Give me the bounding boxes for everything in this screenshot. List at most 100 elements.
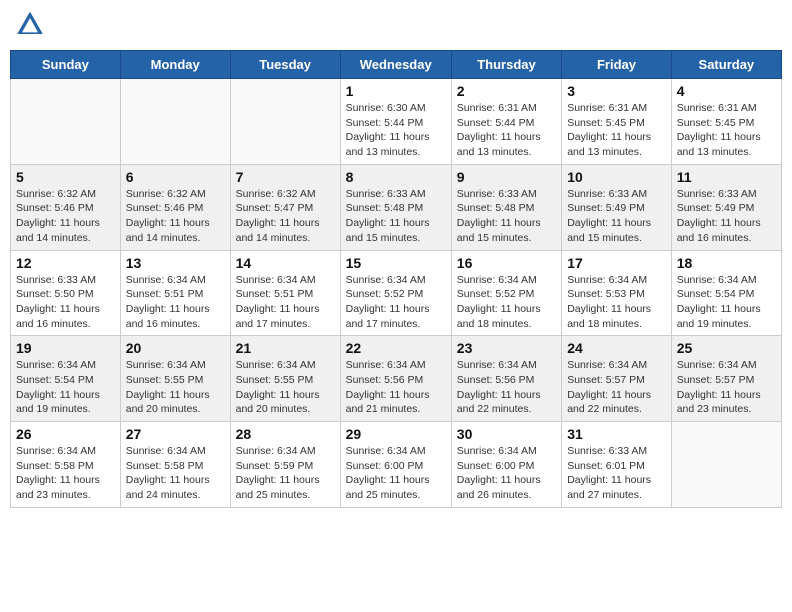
week-row-3: 12 Sunrise: 6:33 AM Sunset: 5:50 PM Dayli… — [11, 250, 782, 336]
day-number: 31 — [567, 426, 666, 442]
day-cell: 17 Sunrise: 6:34 AM Sunset: 5:53 PM Dayli… — [562, 250, 672, 336]
day-number: 1 — [346, 83, 446, 99]
day-info: Sunrise: 6:34 AM Sunset: 6:00 PM Dayligh… — [457, 444, 556, 503]
day-cell: 22Sunrise: 6:34 AM Sunset: 5:56 PM Dayli… — [340, 336, 451, 422]
day-info: Sunrise: 6:34 AM Sunset: 5:57 PM Dayligh… — [677, 358, 776, 417]
day-info: Sunrise: 6:34 AM Sunset: 5:55 PM Dayligh… — [236, 358, 335, 417]
day-number: 19 — [16, 340, 115, 356]
day-header-tuesday: Tuesday — [230, 51, 340, 79]
day-cell: 19 Sunrise: 6:34 AM Sunset: 5:54 PM Dayli… — [11, 336, 121, 422]
day-info: Sunrise: 6:33 AM Sunset: 5:48 PM Dayligh… — [457, 187, 556, 246]
day-info: Sunrise: 6:30 AM Sunset: 5:44 PM Dayligh… — [346, 101, 446, 160]
day-number: 22 — [346, 340, 446, 356]
day-info: Sunrise: 6:34 AM Sunset: 5:52 PM Dayligh… — [346, 273, 446, 332]
day-info: Sunrise: 6:34 AM Sunset: 5:58 PM Dayligh… — [16, 444, 115, 503]
day-header-thursday: Thursday — [451, 51, 561, 79]
day-cell: 3Sunrise: 6:31 AM Sunset: 5:45 PM Daylig… — [562, 79, 672, 165]
day-number: 18 — [677, 255, 776, 271]
day-number: 10 — [567, 169, 666, 185]
day-info: Sunrise: 6:33 AM Sunset: 5:48 PM Dayligh… — [346, 187, 446, 246]
day-cell: 8 Sunrise: 6:33 AM Sunset: 5:48 PM Daylig… — [340, 164, 451, 250]
week-row-4: 19 Sunrise: 6:34 AM Sunset: 5:54 PM Dayli… — [11, 336, 782, 422]
day-number: 16 — [457, 255, 556, 271]
day-number: 27 — [126, 426, 225, 442]
day-cell: 28 Sunrise: 6:34 AM Sunset: 5:59 PM Dayli… — [230, 422, 340, 508]
day-number: 26 — [16, 426, 115, 442]
day-number: 5 — [16, 169, 115, 185]
day-number: 15 — [346, 255, 446, 271]
day-cell: 14 Sunrise: 6:34 AM Sunset: 5:51 PM Dayli… — [230, 250, 340, 336]
day-info: Sunrise: 6:32 AM Sunset: 5:46 PM Dayligh… — [126, 187, 225, 246]
day-header-saturday: Saturday — [671, 51, 781, 79]
day-cell: 31 Sunrise: 6:33 AM Sunset: 6:01 PM Dayli… — [562, 422, 672, 508]
day-cell: 15 Sunrise: 6:34 AM Sunset: 5:52 PM Dayli… — [340, 250, 451, 336]
calendar-table: SundayMondayTuesdayWednesdayThursdayFrid… — [10, 50, 782, 508]
day-info: Sunrise: 6:34 AM Sunset: 5:58 PM Dayligh… — [126, 444, 225, 503]
page-header — [10, 10, 782, 42]
day-cell: 12 Sunrise: 6:33 AM Sunset: 5:50 PM Dayli… — [11, 250, 121, 336]
day-cell: 6 Sunrise: 6:32 AM Sunset: 5:46 PM Daylig… — [120, 164, 230, 250]
day-cell — [230, 79, 340, 165]
day-cell: 24 Sunrise: 6:34 AM Sunset: 5:57 PM Dayli… — [562, 336, 672, 422]
day-info: Sunrise: 6:34 AM Sunset: 6:00 PM Dayligh… — [346, 444, 446, 503]
day-number: 23 — [457, 340, 556, 356]
day-number: 17 — [567, 255, 666, 271]
day-number: 28 — [236, 426, 335, 442]
day-info: Sunrise: 6:33 AM Sunset: 5:50 PM Dayligh… — [16, 273, 115, 332]
day-cell — [120, 79, 230, 165]
day-number: 20 — [126, 340, 225, 356]
day-info: Sunrise: 6:34 AM Sunset: 5:54 PM Dayligh… — [16, 358, 115, 417]
day-header-wednesday: Wednesday — [340, 51, 451, 79]
day-number: 24 — [567, 340, 666, 356]
day-cell: 2 Sunrise: 6:31 AM Sunset: 5:44 PM Daylig… — [451, 79, 561, 165]
day-info: Sunrise: 6:34 AM Sunset: 5:54 PM Dayligh… — [677, 273, 776, 332]
day-cell: 4Sunrise: 6:31 AM Sunset: 5:45 PM Daylig… — [671, 79, 781, 165]
day-cell: 25 Sunrise: 6:34 AM Sunset: 5:57 PM Dayli… — [671, 336, 781, 422]
day-cell: 7 Sunrise: 6:32 AM Sunset: 5:47 PM Daylig… — [230, 164, 340, 250]
day-number: 2 — [457, 83, 556, 99]
day-info: Sunrise: 6:33 AM Sunset: 5:49 PM Dayligh… — [677, 187, 776, 246]
day-number: 8 — [346, 169, 446, 185]
day-cell: 30Sunrise: 6:34 AM Sunset: 6:00 PM Dayli… — [451, 422, 561, 508]
day-cell: 10 Sunrise: 6:33 AM Sunset: 5:49 PM Dayli… — [562, 164, 672, 250]
week-row-2: 5 Sunrise: 6:32 AM Sunset: 5:46 PM Daylig… — [11, 164, 782, 250]
day-header-sunday: Sunday — [11, 51, 121, 79]
day-cell: 21 Sunrise: 6:34 AM Sunset: 5:55 PM Dayli… — [230, 336, 340, 422]
day-info: Sunrise: 6:31 AM Sunset: 5:45 PM Dayligh… — [677, 101, 776, 160]
calendar-header-row: SundayMondayTuesdayWednesdayThursdayFrid… — [11, 51, 782, 79]
day-cell: 11 Sunrise: 6:33 AM Sunset: 5:49 PM Dayli… — [671, 164, 781, 250]
logo-icon — [14, 10, 46, 42]
day-header-friday: Friday — [562, 51, 672, 79]
day-number: 9 — [457, 169, 556, 185]
day-info: Sunrise: 6:31 AM Sunset: 5:44 PM Dayligh… — [457, 101, 556, 160]
day-number: 21 — [236, 340, 335, 356]
day-number: 3 — [567, 83, 666, 99]
day-cell: 18 Sunrise: 6:34 AM Sunset: 5:54 PM Dayli… — [671, 250, 781, 336]
day-cell — [11, 79, 121, 165]
day-info: Sunrise: 6:34 AM Sunset: 5:51 PM Dayligh… — [126, 273, 225, 332]
day-cell: 29 Sunrise: 6:34 AM Sunset: 6:00 PM Dayli… — [340, 422, 451, 508]
day-number: 11 — [677, 169, 776, 185]
day-info: Sunrise: 6:34 AM Sunset: 5:51 PM Dayligh… — [236, 273, 335, 332]
day-info: Sunrise: 6:34 AM Sunset: 5:53 PM Dayligh… — [567, 273, 666, 332]
day-cell: 20 Sunrise: 6:34 AM Sunset: 5:55 PM Dayli… — [120, 336, 230, 422]
day-number: 25 — [677, 340, 776, 356]
day-number: 7 — [236, 169, 335, 185]
day-info: Sunrise: 6:33 AM Sunset: 6:01 PM Dayligh… — [567, 444, 666, 503]
day-number: 12 — [16, 255, 115, 271]
day-cell: 16Sunrise: 6:34 AM Sunset: 5:52 PM Dayli… — [451, 250, 561, 336]
day-number: 6 — [126, 169, 225, 185]
logo — [14, 10, 50, 42]
day-info: Sunrise: 6:34 AM Sunset: 5:59 PM Dayligh… — [236, 444, 335, 503]
day-cell: 26 Sunrise: 6:34 AM Sunset: 5:58 PM Dayli… — [11, 422, 121, 508]
day-header-monday: Monday — [120, 51, 230, 79]
day-info: Sunrise: 6:33 AM Sunset: 5:49 PM Dayligh… — [567, 187, 666, 246]
day-info: Sunrise: 6:32 AM Sunset: 5:47 PM Dayligh… — [236, 187, 335, 246]
day-number: 14 — [236, 255, 335, 271]
day-number: 13 — [126, 255, 225, 271]
day-number: 29 — [346, 426, 446, 442]
day-info: Sunrise: 6:34 AM Sunset: 5:57 PM Dayligh… — [567, 358, 666, 417]
day-info: Sunrise: 6:34 AM Sunset: 5:56 PM Dayligh… — [457, 358, 556, 417]
day-cell: 23 Sunrise: 6:34 AM Sunset: 5:56 PM Dayli… — [451, 336, 561, 422]
day-info: Sunrise: 6:34 AM Sunset: 5:55 PM Dayligh… — [126, 358, 225, 417]
